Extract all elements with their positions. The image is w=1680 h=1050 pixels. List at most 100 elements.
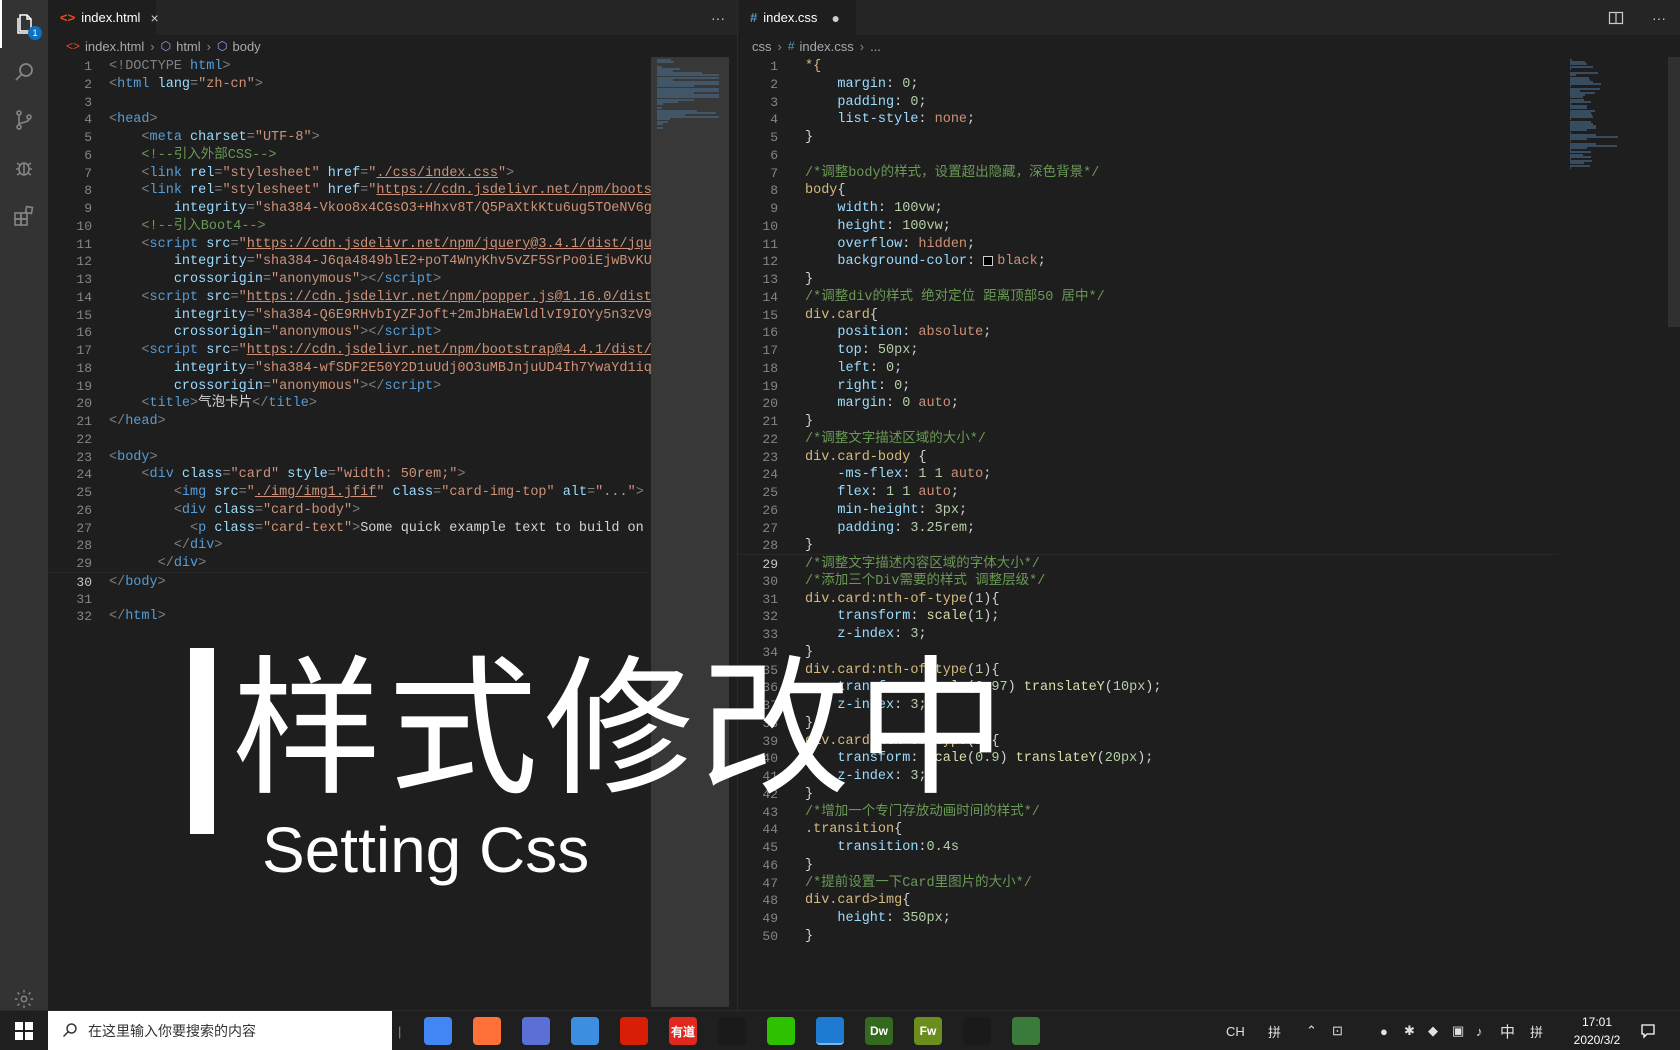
code-line[interactable]: 20 margin: 0 auto; [738,394,1558,413]
code-line[interactable]: 18 left: 0; [738,359,1558,378]
minimap-slider[interactable] [651,57,729,1007]
code-line[interactable]: 11 overflow: hidden; [738,235,1558,254]
vertical-scrollbar[interactable] [1668,57,1680,1007]
code-line[interactable]: 25 flex: 1 1 auto; [738,483,1558,502]
code-line[interactable]: 9 integrity="sha384-Vkoo8x4CGsO3+Hhxv8T/… [48,199,668,218]
volume-icon[interactable]: ♪ [1476,1011,1483,1050]
code-line[interactable]: 25 <img src="./img/img1.jfif" class="car… [48,483,648,502]
code-line[interactable]: 7 /*调整body的样式，设置超出隐藏，深色背景*/ [738,164,1558,183]
code-line[interactable]: 32 transform: scale(1); [738,607,1558,626]
code-line[interactable]: 24 -ms-flex: 1 1 auto; [738,465,1558,484]
code-line[interactable]: 19 crossorigin="anonymous"></script> [48,377,648,396]
code-line[interactable]: 2 <html lang="zh-cn"> [48,75,648,94]
breadcrumb-item[interactable]: css [752,39,772,54]
code-line[interactable]: 8 <link rel="stylesheet" href="https://c… [48,181,668,200]
qq-tray-icon[interactable]: ● [1380,1011,1388,1050]
tray-app-icon[interactable]: ◆ [1428,1011,1438,1050]
code-line[interactable]: 4 list-style: none; [738,110,1558,129]
notepad-icon[interactable] [1012,1017,1040,1045]
chevron-up-icon[interactable]: ⌃ [1306,1011,1317,1050]
code-line[interactable]: 49 height: 350px; [738,909,1558,928]
code-line[interactable]: 2 margin: 0; [738,75,1558,94]
breadcrumb-item[interactable]: body [232,39,260,54]
code-line[interactable]: 48 div.card>img{ [738,891,1558,910]
split-editor-icon[interactable] [1608,0,1624,35]
code-line[interactable]: 13 crossorigin="anonymous"></script> [48,270,648,289]
source-control-icon[interactable] [0,96,48,144]
code-line[interactable]: 23 <body> [48,448,648,467]
code-line[interactable]: 29/*调整文字描述内容区域的字体大小*/ [738,554,1558,573]
code-line[interactable]: 15 div.card{ [738,306,1558,325]
debug-icon[interactable] [0,144,48,192]
code-line[interactable]: 24 <div class="card" style="width: 50rem… [48,465,648,484]
code-line[interactable]: 14 <script src="https://cdn.jsdelivr.net… [48,288,668,307]
code-line[interactable]: 1 <!DOCTYPE html> [48,57,648,76]
unsaved-dot-icon[interactable]: ● [831,10,839,26]
code-line[interactable]: 17 top: 50px; [738,341,1558,360]
qq-icon[interactable] [718,1017,746,1045]
code-line[interactable]: 33 z-index: 3; [738,625,1558,644]
taskbar-search-input[interactable]: 在这里输入你要搜索的内容 [48,1011,392,1050]
code-line[interactable]: 16 crossorigin="anonymous"></script> [48,323,648,342]
code-line[interactable]: 29 </div> [48,554,648,573]
code-line[interactable]: 12 integrity="sha384-J6qa4849blE2+poT4Wn… [48,252,668,271]
code-line[interactable]: 17 <script src="https://cdn.jsdelivr.net… [48,341,668,360]
code-line[interactable]: 11 <script src="https://cdn.jsdelivr.net… [48,235,668,254]
youdao-icon[interactable]: 有道 [669,1017,697,1045]
search-icon[interactable] [0,48,48,96]
code-line[interactable]: 21} [738,412,1558,431]
ime-pinyin[interactable]: 拼 [1268,1011,1281,1050]
vscode-icon[interactable] [816,1017,844,1045]
wechat-icon[interactable] [767,1017,795,1045]
code-line[interactable]: 32 </html> [48,607,648,626]
code-line[interactable]: 44 .transition{ [738,820,1558,839]
code-line[interactable]: 46} [738,856,1558,875]
breadcrumb-item[interactable]: ... [870,39,881,54]
tray-app-icon[interactable]: ✱ [1404,1011,1415,1050]
code-line[interactable]: 14 /*调整div的样式 绝对定位 距离顶部50 居中*/ [738,288,1558,307]
scrollbar-thumb[interactable] [1668,57,1680,327]
pycharm-icon[interactable] [963,1017,991,1045]
ime-pinyin-2[interactable]: 拼 [1530,1011,1543,1050]
ime-mode-cn[interactable]: CH [1226,1011,1245,1050]
code-line[interactable]: 22 [48,430,648,449]
code-line[interactable]: 1 *{ [738,57,1558,76]
code-line[interactable]: 3 [48,93,648,112]
windows-start-icon[interactable] [0,1011,48,1050]
dreamweaver-icon[interactable]: Dw [865,1017,893,1045]
code-line[interactable]: 9 width: 100vw; [738,199,1558,218]
code-line[interactable]: 31 div.card:nth-of-type(1){ [738,590,1558,609]
code-line[interactable]: 47 /*提前设置一下Card里图片的大小*/ [738,874,1558,893]
system-clock[interactable]: 17:01 2020/3/2 [1562,1013,1632,1049]
firefox-icon[interactable] [473,1017,501,1045]
breadcrumb-item[interactable]: index.css [800,39,854,54]
code-line[interactable]: 12 background-color: black; [738,252,1558,271]
code-line[interactable]: 10 <!--引入Boot4--> [48,217,648,236]
code-line[interactable]: 6 [738,146,1558,165]
chrome-icon[interactable] [424,1017,452,1045]
app-3-icon[interactable] [522,1017,550,1045]
breadcrumb-item[interactable]: html [176,39,201,54]
code-line[interactable]: 13} [738,270,1558,289]
code-line[interactable]: 6 <!--引入外部CSS--> [48,146,648,165]
code-line[interactable]: 27 <p class="card-text">Some quick examp… [48,519,668,538]
code-line[interactable]: 3 padding: 0; [738,93,1558,112]
code-line[interactable]: 16 position: absolute; [738,323,1558,342]
code-line[interactable]: 18 integrity="sha384-wfSDF2E50Y2D1uUdj0O… [48,359,668,378]
notification-icon[interactable] [1640,1011,1656,1050]
code-line[interactable]: 10 height: 100vw; [738,217,1558,236]
more-actions-icon[interactable]: ··· [711,0,725,35]
code-line[interactable]: 7 <link rel="stylesheet" href="./css/ind… [48,164,648,183]
code-line[interactable]: 19 right: 0; [738,377,1558,396]
minimap[interactable] [1564,57,1664,1007]
tab-index-css[interactable]: # index.css ● [738,0,856,35]
tray-app-icon[interactable]: ▣ [1452,1011,1464,1050]
code-line[interactable]: 30 /*添加三个Div需要的样式 调整层级*/ [738,572,1558,591]
code-line[interactable]: 31 [48,590,648,609]
network-icon[interactable]: ⊡ [1332,1011,1343,1050]
code-line[interactable]: 5 <meta charset="UTF-8"> [48,128,648,147]
explorer-icon[interactable]: 1 [0,0,48,48]
code-line[interactable]: 8 body{ [738,181,1558,200]
code-line[interactable]: 5} [738,128,1558,147]
code-line[interactable]: 23 div.card-body { [738,448,1558,467]
